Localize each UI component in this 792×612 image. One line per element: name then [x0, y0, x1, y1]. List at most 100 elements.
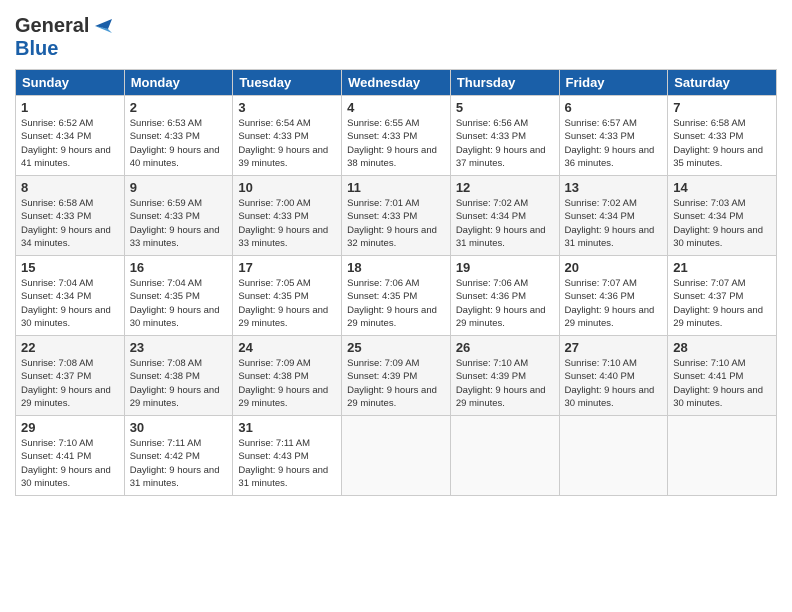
day-info: Sunrise: 7:06 AMSunset: 4:36 PMDaylight:…: [456, 277, 554, 330]
day-number: 29: [21, 420, 119, 435]
table-row: 28 Sunrise: 7:10 AMSunset: 4:41 PMDaylig…: [668, 336, 777, 416]
day-number: 26: [456, 340, 554, 355]
day-info: Sunrise: 7:02 AMSunset: 4:34 PMDaylight:…: [456, 197, 554, 250]
table-row: 18 Sunrise: 7:06 AMSunset: 4:35 PMDaylig…: [342, 256, 451, 336]
day-number: 20: [565, 260, 663, 275]
day-info: Sunrise: 7:05 AMSunset: 4:35 PMDaylight:…: [238, 277, 336, 330]
table-row: 10 Sunrise: 7:00 AMSunset: 4:33 PMDaylig…: [233, 176, 342, 256]
table-row: [559, 416, 668, 496]
day-number: 24: [238, 340, 336, 355]
day-info: Sunrise: 6:57 AMSunset: 4:33 PMDaylight:…: [565, 117, 663, 170]
table-row: 9 Sunrise: 6:59 AMSunset: 4:33 PMDayligh…: [124, 176, 233, 256]
day-number: 14: [673, 180, 771, 195]
day-info: Sunrise: 7:10 AMSunset: 4:41 PMDaylight:…: [21, 437, 119, 490]
day-number: 21: [673, 260, 771, 275]
col-sunday: Sunday: [16, 70, 125, 96]
table-row: 23 Sunrise: 7:08 AMSunset: 4:38 PMDaylig…: [124, 336, 233, 416]
day-number: 19: [456, 260, 554, 275]
day-info: Sunrise: 7:07 AMSunset: 4:36 PMDaylight:…: [565, 277, 663, 330]
header: General Blue: [15, 15, 777, 59]
table-row: 16 Sunrise: 7:04 AMSunset: 4:35 PMDaylig…: [124, 256, 233, 336]
table-row: 25 Sunrise: 7:09 AMSunset: 4:39 PMDaylig…: [342, 336, 451, 416]
day-info: Sunrise: 7:09 AMSunset: 4:38 PMDaylight:…: [238, 357, 336, 410]
day-info: Sunrise: 6:59 AMSunset: 4:33 PMDaylight:…: [130, 197, 228, 250]
day-number: 18: [347, 260, 445, 275]
calendar-container: General Blue Sunday Monday Tuesday Wedne…: [0, 0, 792, 612]
table-row: [668, 416, 777, 496]
day-number: 13: [565, 180, 663, 195]
col-saturday: Saturday: [668, 70, 777, 96]
day-info: Sunrise: 6:58 AMSunset: 4:33 PMDaylight:…: [673, 117, 771, 170]
day-number: 17: [238, 260, 336, 275]
logo-general: General: [15, 16, 89, 36]
day-info: Sunrise: 7:10 AMSunset: 4:41 PMDaylight:…: [673, 357, 771, 410]
day-number: 8: [21, 180, 119, 195]
day-number: 10: [238, 180, 336, 195]
day-info: Sunrise: 7:08 AMSunset: 4:38 PMDaylight:…: [130, 357, 228, 410]
logo-blue: Blue: [15, 38, 58, 60]
day-number: 15: [21, 260, 119, 275]
table-row: 1 Sunrise: 6:52 AMSunset: 4:34 PMDayligh…: [16, 96, 125, 176]
day-number: 30: [130, 420, 228, 435]
day-info: Sunrise: 6:52 AMSunset: 4:34 PMDaylight:…: [21, 117, 119, 170]
day-number: 7: [673, 100, 771, 115]
table-row: 31 Sunrise: 7:11 AMSunset: 4:43 PMDaylig…: [233, 416, 342, 496]
day-info: Sunrise: 6:53 AMSunset: 4:33 PMDaylight:…: [130, 117, 228, 170]
table-row: 29 Sunrise: 7:10 AMSunset: 4:41 PMDaylig…: [16, 416, 125, 496]
table-row: 5 Sunrise: 6:56 AMSunset: 4:33 PMDayligh…: [450, 96, 559, 176]
day-info: Sunrise: 7:08 AMSunset: 4:37 PMDaylight:…: [21, 357, 119, 410]
day-number: 31: [238, 420, 336, 435]
day-number: 28: [673, 340, 771, 355]
table-row: 22 Sunrise: 7:08 AMSunset: 4:37 PMDaylig…: [16, 336, 125, 416]
table-row: 3 Sunrise: 6:54 AMSunset: 4:33 PMDayligh…: [233, 96, 342, 176]
day-number: 23: [130, 340, 228, 355]
col-tuesday: Tuesday: [233, 70, 342, 96]
day-number: 1: [21, 100, 119, 115]
table-row: 6 Sunrise: 6:57 AMSunset: 4:33 PMDayligh…: [559, 96, 668, 176]
table-row: 27 Sunrise: 7:10 AMSunset: 4:40 PMDaylig…: [559, 336, 668, 416]
table-row: 20 Sunrise: 7:07 AMSunset: 4:36 PMDaylig…: [559, 256, 668, 336]
day-number: 25: [347, 340, 445, 355]
day-number: 11: [347, 180, 445, 195]
day-info: Sunrise: 7:04 AMSunset: 4:35 PMDaylight:…: [130, 277, 228, 330]
col-wednesday: Wednesday: [342, 70, 451, 96]
day-info: Sunrise: 7:10 AMSunset: 4:39 PMDaylight:…: [456, 357, 554, 410]
col-monday: Monday: [124, 70, 233, 96]
table-row: 19 Sunrise: 7:06 AMSunset: 4:36 PMDaylig…: [450, 256, 559, 336]
day-number: 9: [130, 180, 228, 195]
table-row: [450, 416, 559, 496]
table-row: [342, 416, 451, 496]
day-number: 2: [130, 100, 228, 115]
table-row: 11 Sunrise: 7:01 AMSunset: 4:33 PMDaylig…: [342, 176, 451, 256]
day-number: 6: [565, 100, 663, 115]
table-row: 21 Sunrise: 7:07 AMSunset: 4:37 PMDaylig…: [668, 256, 777, 336]
table-row: 4 Sunrise: 6:55 AMSunset: 4:33 PMDayligh…: [342, 96, 451, 176]
day-number: 3: [238, 100, 336, 115]
col-thursday: Thursday: [450, 70, 559, 96]
day-info: Sunrise: 7:11 AMSunset: 4:42 PMDaylight:…: [130, 437, 228, 490]
col-friday: Friday: [559, 70, 668, 96]
day-info: Sunrise: 7:09 AMSunset: 4:39 PMDaylight:…: [347, 357, 445, 410]
table-row: 13 Sunrise: 7:02 AMSunset: 4:34 PMDaylig…: [559, 176, 668, 256]
table-row: 17 Sunrise: 7:05 AMSunset: 4:35 PMDaylig…: [233, 256, 342, 336]
table-row: 8 Sunrise: 6:58 AMSunset: 4:33 PMDayligh…: [16, 176, 125, 256]
day-info: Sunrise: 7:00 AMSunset: 4:33 PMDaylight:…: [238, 197, 336, 250]
day-number: 22: [21, 340, 119, 355]
day-number: 16: [130, 260, 228, 275]
day-info: Sunrise: 7:03 AMSunset: 4:34 PMDaylight:…: [673, 197, 771, 250]
day-info: Sunrise: 7:11 AMSunset: 4:43 PMDaylight:…: [238, 437, 336, 490]
logo: General Blue: [15, 15, 112, 59]
table-row: 12 Sunrise: 7:02 AMSunset: 4:34 PMDaylig…: [450, 176, 559, 256]
table-row: 30 Sunrise: 7:11 AMSunset: 4:42 PMDaylig…: [124, 416, 233, 496]
day-info: Sunrise: 6:58 AMSunset: 4:33 PMDaylight:…: [21, 197, 119, 250]
day-info: Sunrise: 6:55 AMSunset: 4:33 PMDaylight:…: [347, 117, 445, 170]
table-row: 7 Sunrise: 6:58 AMSunset: 4:33 PMDayligh…: [668, 96, 777, 176]
day-number: 12: [456, 180, 554, 195]
day-info: Sunrise: 6:54 AMSunset: 4:33 PMDaylight:…: [238, 117, 336, 170]
calendar-table: Sunday Monday Tuesday Wednesday Thursday…: [15, 69, 777, 496]
day-number: 27: [565, 340, 663, 355]
table-row: 26 Sunrise: 7:10 AMSunset: 4:39 PMDaylig…: [450, 336, 559, 416]
day-number: 4: [347, 100, 445, 115]
day-info: Sunrise: 7:07 AMSunset: 4:37 PMDaylight:…: [673, 277, 771, 330]
day-info: Sunrise: 7:10 AMSunset: 4:40 PMDaylight:…: [565, 357, 663, 410]
